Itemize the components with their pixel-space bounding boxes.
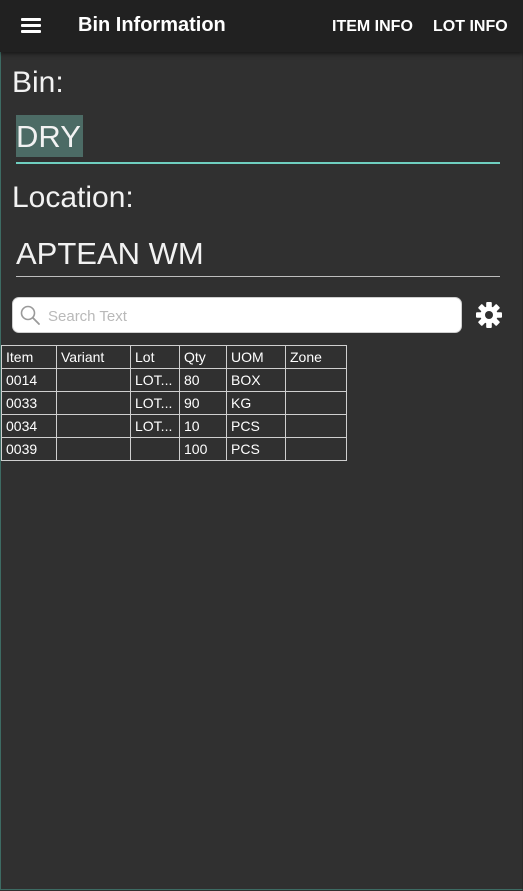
- hamburger-menu-icon[interactable]: [21, 18, 41, 34]
- cell-item: 0039: [1, 437, 57, 461]
- cell-lot: [130, 437, 180, 461]
- cell-zone: [285, 414, 347, 438]
- cell-variant: [56, 391, 131, 415]
- column-header-lot[interactable]: Lot: [130, 345, 180, 369]
- cell-item: 0033: [1, 391, 57, 415]
- cell-zone: [285, 368, 347, 392]
- location-label: Location:: [12, 181, 134, 214]
- cell-uom: PCS: [226, 414, 286, 438]
- location-field[interactable]: APTEAN WM: [16, 234, 500, 277]
- cell-zone: [285, 437, 347, 461]
- app-bar: Bin Information ITEM INFO LOT INFO: [0, 0, 523, 52]
- gear-icon[interactable]: [475, 301, 503, 329]
- search-input[interactable]: [46, 304, 450, 328]
- cell-variant: [56, 414, 131, 438]
- cell-qty: 90: [179, 391, 227, 415]
- lot-info-button[interactable]: LOT INFO: [433, 18, 508, 36]
- table-row[interactable]: 0033 LOT... 90 KG: [1, 391, 347, 415]
- bin-contents-table: Item Variant Lot Qty UOM Zone 0014 LOT..…: [1, 345, 347, 461]
- cell-qty: 80: [179, 368, 227, 392]
- cell-uom: PCS: [226, 437, 286, 461]
- column-header-qty[interactable]: Qty: [179, 345, 227, 369]
- table-row[interactable]: 0014 LOT... 80 BOX: [1, 368, 347, 392]
- bin-value[interactable]: DRY: [16, 115, 83, 157]
- cell-item: 0014: [1, 368, 57, 392]
- cell-qty: 100: [179, 437, 227, 461]
- cell-item: 0034: [1, 414, 57, 438]
- cell-qty: 10: [179, 414, 227, 438]
- search-box[interactable]: [12, 297, 462, 333]
- table-row[interactable]: 0039 100 PCS: [1, 437, 347, 461]
- cell-zone: [285, 391, 347, 415]
- cell-uom: BOX: [226, 368, 286, 392]
- cell-uom: KG: [226, 391, 286, 415]
- column-header-item[interactable]: Item: [1, 345, 57, 369]
- cell-lot: LOT...: [130, 414, 180, 438]
- search-icon: [20, 305, 40, 325]
- cell-lot: LOT...: [130, 391, 180, 415]
- page-title: Bin Information: [78, 14, 226, 36]
- bin-label: Bin:: [12, 66, 64, 99]
- column-header-zone[interactable]: Zone: [285, 345, 347, 369]
- column-header-variant[interactable]: Variant: [56, 345, 131, 369]
- table-header-row: Item Variant Lot Qty UOM Zone: [1, 345, 347, 369]
- location-value[interactable]: APTEAN WM: [16, 236, 204, 271]
- bin-field[interactable]: DRY: [16, 115, 500, 164]
- cell-lot: LOT...: [130, 368, 180, 392]
- item-info-button[interactable]: ITEM INFO: [332, 18, 413, 36]
- cell-variant: [56, 437, 131, 461]
- cell-variant: [56, 368, 131, 392]
- table-row[interactable]: 0034 LOT... 10 PCS: [1, 414, 347, 438]
- column-header-uom[interactable]: UOM: [226, 345, 286, 369]
